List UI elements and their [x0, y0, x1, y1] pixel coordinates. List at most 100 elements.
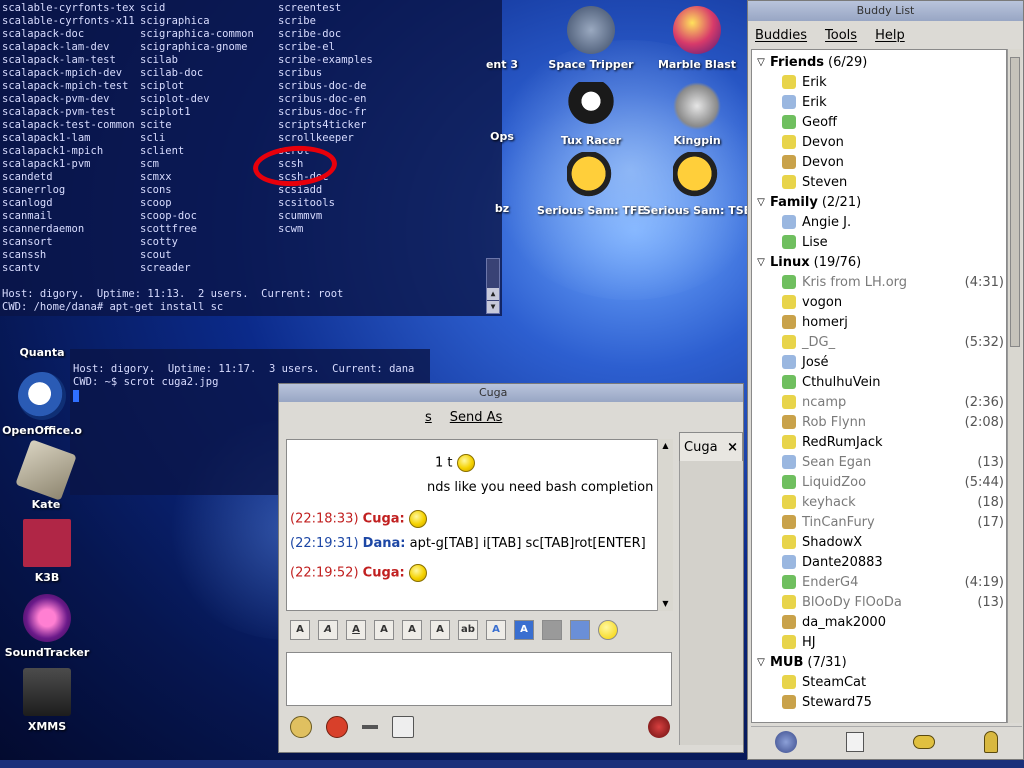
scroll-up-icon[interactable]: ▲ — [658, 439, 673, 453]
warn-icon[interactable] — [290, 716, 312, 738]
buddy-row[interactable]: Rob Flynn (2:08) — [782, 412, 1004, 432]
image-icon[interactable] — [542, 620, 562, 640]
buddy-row[interactable]: Dante20883 — [782, 552, 1004, 572]
link-icon[interactable] — [570, 620, 590, 640]
desktop-icon-quanta[interactable]: Quanta — [0, 312, 97, 359]
desktop-icon-tux-racer[interactable]: Tux Racer — [536, 82, 646, 147]
buddy-row[interactable]: HJ — [782, 632, 1004, 652]
scroll-thumb[interactable] — [1010, 57, 1020, 347]
desktop-icon-serious-sam-tse[interactable]: Serious Sam: TSE — [642, 152, 752, 217]
desktop-icon-bz[interactable]: bz — [467, 202, 537, 215]
buddy-row[interactable]: Angie J. — [782, 212, 1004, 232]
chat-titlebar[interactable]: Cuga — [279, 384, 743, 402]
minus-icon[interactable] — [362, 725, 378, 729]
chat-window[interactable]: Cuga s Send As 1 t nds like you need bas… — [278, 383, 744, 753]
desktop-icon-openoffice[interactable]: OpenOffice.o — [0, 372, 97, 437]
message-input[interactable] — [286, 652, 672, 706]
buddy-group[interactable]: ▽ Friends (6/29) — [752, 52, 867, 72]
buddy-name: Devon — [802, 154, 844, 170]
expander-icon[interactable]: ▽ — [752, 197, 770, 208]
bold-button[interactable]: A — [290, 620, 310, 640]
buddy-row[interactable]: _DG_ (5:32) — [782, 332, 1004, 352]
fg-color-button[interactable]: A — [486, 620, 506, 640]
scroll-down-icon[interactable]: ▼ — [658, 597, 673, 611]
buddy-row[interactable]: BlOoDy FlOoDa (13) — [782, 592, 1004, 612]
buddy-row[interactable]: keyhack (18) — [782, 492, 1004, 512]
away-icon[interactable] — [983, 730, 998, 753]
package-name: sciplot-dev — [140, 93, 210, 105]
buddy-group[interactable]: ▽ Family (2/21) — [752, 192, 861, 212]
send-icon[interactable] — [648, 716, 670, 738]
buddy-group[interactable]: ▽ Linux (19/76) — [752, 252, 861, 272]
buddy-row[interactable]: Geoff — [782, 112, 1004, 132]
buddy-row[interactable]: vogon — [782, 292, 1004, 312]
menu-tools[interactable]: Tools — [825, 28, 857, 43]
desktop-icon-kate[interactable]: Kate — [0, 439, 101, 511]
info-icon[interactable] — [392, 716, 414, 738]
buddy-row[interactable]: José — [782, 352, 1004, 372]
get-info-icon[interactable] — [846, 731, 865, 752]
scroll-down-icon[interactable]: ▼ — [487, 301, 499, 313]
buddy-row[interactable]: LiquidZoo (5:44) — [782, 472, 1004, 492]
desktop-icon-k3b[interactable]: K3B — [0, 519, 102, 584]
add-buddy-icon[interactable] — [775, 730, 798, 753]
buddy-row[interactable]: Steward75 — [782, 692, 1004, 712]
tab-cuga[interactable]: Cuga × — [679, 432, 743, 462]
menu-conversation[interactable]: s — [425, 410, 432, 425]
desktop-icon-soundtracker[interactable]: SoundTracker — [0, 594, 102, 659]
conversation-log[interactable]: 1 t nds like you need bash completion (2… — [286, 439, 672, 611]
buddy-row[interactable]: homerj — [782, 312, 1004, 332]
scroll-up-icon[interactable]: ▲ — [487, 288, 499, 300]
buddy-row[interactable]: RedRumJack — [782, 432, 1004, 452]
buddy-row[interactable]: Erik — [782, 72, 1004, 92]
buddy-row[interactable]: Devon — [782, 152, 1004, 172]
desktop-icon-xmms[interactable]: XMMS — [0, 668, 102, 733]
font-larger-button[interactable]: A — [374, 620, 394, 640]
menu-help[interactable]: Help — [875, 28, 905, 43]
desktop-icon-marble-blast[interactable]: Marble Blast — [642, 6, 752, 71]
font-smaller-button[interactable]: A — [430, 620, 450, 640]
buddy-row[interactable]: Sean Egan (13) — [782, 452, 1004, 472]
block-icon[interactable] — [326, 716, 348, 738]
buddy-row[interactable]: Devon — [782, 132, 1004, 152]
terminal-window-root[interactable]: scalable-cyrfonts-tex scalable-cyrfonts-x… — [0, 0, 502, 316]
expander-icon[interactable]: ▽ — [752, 57, 770, 68]
bg-color-button[interactable]: A — [514, 620, 534, 640]
smiley-icon[interactable] — [598, 620, 618, 640]
font-face-button[interactable]: ab — [458, 620, 478, 640]
taskbar[interactable] — [0, 760, 1024, 768]
group-count: (2/21) — [821, 194, 862, 210]
buddy-row[interactable]: Kris from LH.org (4:31) — [782, 272, 1004, 292]
buddy-row[interactable]: ShadowX — [782, 532, 1004, 552]
expander-icon[interactable]: ▽ — [752, 657, 770, 668]
buddy-row[interactable]: SteamCat — [782, 672, 1004, 692]
buddy-row[interactable]: Erik — [782, 92, 1004, 112]
desktop-icon-ops[interactable]: Ops — [467, 130, 537, 143]
menu-buddies[interactable]: Buddies — [755, 28, 807, 43]
desktop-icon-space-tripper[interactable]: Space Tripper — [536, 6, 646, 71]
buddy-list-scrollbar[interactable] — [1007, 49, 1022, 723]
buddy-row[interactable]: TinCanFury (17) — [782, 512, 1004, 532]
expander-icon[interactable]: ▽ — [752, 257, 770, 268]
menu-send-as[interactable]: Send As — [450, 410, 503, 425]
buddy-group[interactable]: ▽ MUB (7/31) — [752, 652, 847, 672]
package-name: scwm — [278, 223, 304, 235]
desktop-icon-kingpin[interactable]: Kingpin — [642, 82, 752, 147]
font-normal-button[interactable]: A — [402, 620, 422, 640]
desktop-icon-ent3[interactable]: ent 3 — [467, 58, 537, 71]
buddy-row[interactable]: CthulhuVein — [782, 372, 1004, 392]
buddy-list-titlebar[interactable]: Buddy List — [748, 1, 1023, 21]
buddy-row[interactable]: ncamp (2:36) — [782, 392, 1004, 412]
buddy-row[interactable]: da_mak2000 — [782, 612, 1004, 632]
underline-button[interactable]: A — [346, 620, 366, 640]
buddy-row[interactable]: Lise — [782, 232, 1004, 252]
send-im-icon[interactable] — [912, 734, 935, 749]
desktop-icon-serious-sam-tfe[interactable]: Serious Sam: TFE — [536, 152, 646, 217]
close-icon[interactable]: × — [727, 440, 738, 455]
buddy-row[interactable]: EnderG4 (4:19) — [782, 572, 1004, 592]
buddy-list-window[interactable]: Buddy List Buddies Tools Help ▽ Friends (6… — [747, 0, 1024, 760]
buddy-tree[interactable]: ▽ Friends (6/29) Erik Erik Geoff Devon Devon Ste… — [751, 49, 1007, 723]
italic-button[interactable]: A — [318, 620, 338, 640]
buddy-row[interactable]: Steven — [782, 172, 1004, 192]
conversation-scrollbar[interactable]: ▲ ▼ — [657, 439, 673, 611]
